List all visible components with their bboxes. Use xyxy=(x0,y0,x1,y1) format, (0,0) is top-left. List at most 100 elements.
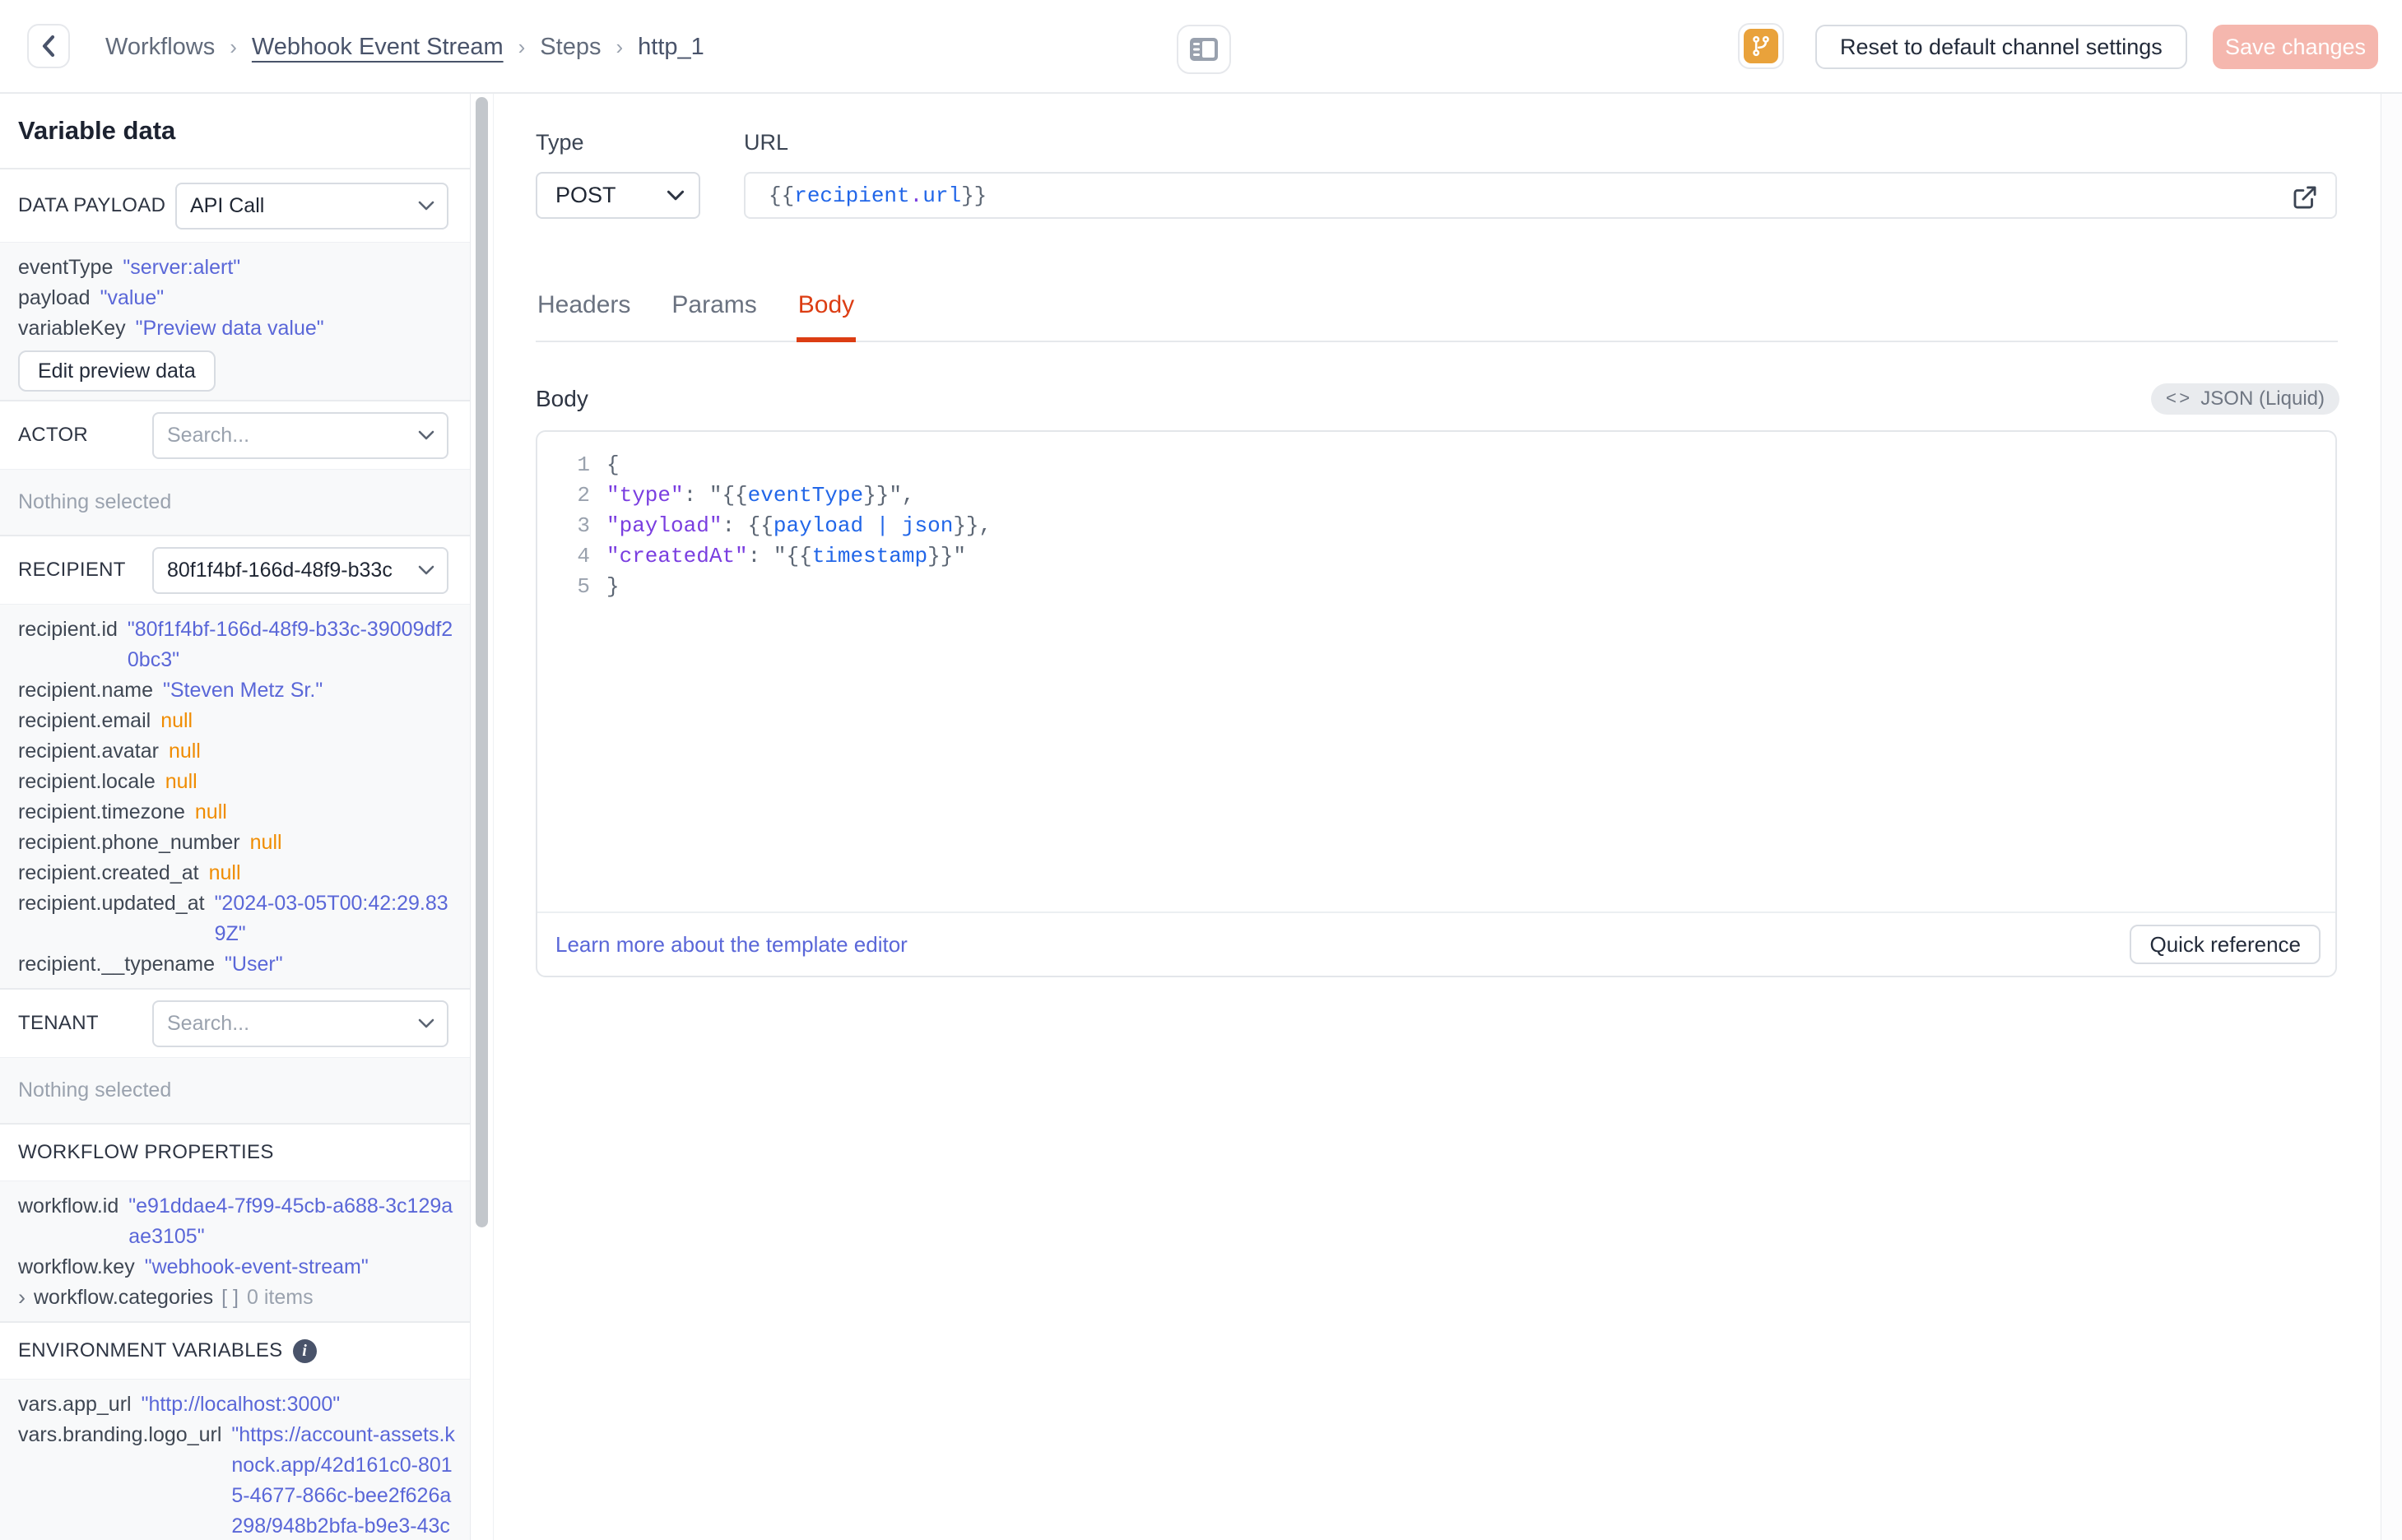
variable-key: recipient.locale xyxy=(18,770,156,793)
tab-body[interactable]: Body xyxy=(796,291,857,342)
variable-key: recipient.phone_number xyxy=(18,831,240,854)
recipient-row: RECIPIENT 80f1f4bf-166d-48f9-b33c xyxy=(0,535,470,604)
url-label: URL xyxy=(744,130,789,155)
http-method-value: POST xyxy=(555,183,616,207)
actor-search-placeholder: Search... xyxy=(167,423,250,447)
commit-button[interactable] xyxy=(1738,23,1784,69)
quick-reference-button[interactable]: Quick reference xyxy=(2130,925,2321,964)
sidebar-layout-icon xyxy=(1190,38,1218,61)
data-payload-row: DATA PAYLOAD API Call xyxy=(0,168,470,242)
recipient-select[interactable]: 80f1f4bf-166d-48f9-b33c xyxy=(152,546,448,594)
panel-toggle-button[interactable] xyxy=(1177,25,1231,74)
language-badge-label: JSON (Liquid) xyxy=(2200,387,2325,410)
data-payload-select[interactable]: API Call xyxy=(175,182,448,230)
variable-key: recipient.avatar xyxy=(18,740,159,763)
variable-value: null xyxy=(208,861,241,884)
variable-row-recipient.email: recipient.email null xyxy=(18,706,457,736)
step-editor-panel: Type POST URL {{recipient.url}} Headers P… xyxy=(494,94,2402,1540)
variable-value: null xyxy=(194,800,227,823)
chevron-down-icon xyxy=(667,190,685,201)
variable-key: recipient.timezone xyxy=(18,800,185,823)
variable-row-recipient.locale: recipient.locale null xyxy=(18,767,457,797)
tenant-label: TENANT xyxy=(18,1012,99,1034)
body-section-label: Body xyxy=(536,386,588,411)
code-line: 3 "payload": {{payload | json}}, xyxy=(537,511,2335,541)
url-input[interactable]: {{recipient.url}} xyxy=(744,172,2337,219)
variable-value: "Preview data value" xyxy=(135,317,324,340)
variable-row-eventType: eventType "server:alert" xyxy=(18,253,457,283)
actor-select[interactable]: Search... xyxy=(152,411,448,459)
external-link-icon[interactable] xyxy=(2291,183,2319,211)
tab-params[interactable]: Params xyxy=(670,291,758,341)
chevron-down-icon xyxy=(418,1018,434,1028)
variable-value: "User" xyxy=(225,953,283,976)
variable-row-recipient.phone_number: recipient.phone_number null xyxy=(18,828,457,858)
reset-channel-settings-button[interactable]: Reset to default channel settings xyxy=(1815,25,2187,69)
code-line: 2 "type": "{{eventType}}", xyxy=(537,480,2335,511)
code-line: 1{ xyxy=(537,450,2335,480)
variable-value: "server:alert" xyxy=(123,256,241,279)
actor-empty-state: Nothing selected xyxy=(0,469,470,535)
actor-label: ACTOR xyxy=(18,424,89,446)
variable-value: "http://localhost:3000" xyxy=(141,1393,341,1416)
info-icon[interactable]: i xyxy=(292,1338,317,1363)
variable-row-recipient.name: recipient.name "Steven Metz Sr." xyxy=(18,675,457,706)
back-button[interactable] xyxy=(27,24,70,68)
workflow-properties-header: WORKFLOW PROPERTIES xyxy=(0,1123,470,1181)
workflow-rows: workflow.id "e91ddae4-7f99-45cb-a688-3c12… xyxy=(18,1191,457,1283)
variable-key: variableKey xyxy=(18,317,126,340)
variable-value: "https://account-assets.knock.app/42d161… xyxy=(231,1423,455,1538)
data-payload-value: API Call xyxy=(190,193,265,217)
main-scrollbar-track xyxy=(2381,94,2402,1540)
variable-value: null xyxy=(165,770,197,793)
edit-preview-data-button[interactable]: Edit preview data xyxy=(18,350,216,392)
variable-key: vars.app_url xyxy=(18,1393,132,1416)
template-editor: 1{2 "type": "{{eventType}}", 3 "payload": {… xyxy=(536,430,2337,977)
variable-row-workflow.id: workflow.id "e91ddae4-7f99-45cb-a688-3c12… xyxy=(18,1191,457,1252)
breadcrumb-item-webhook-event-stream[interactable]: Webhook Event Stream xyxy=(252,34,504,61)
variable-key: recipient.email xyxy=(18,709,151,732)
breadcrumb: Workflows › Webhook Event Stream › Steps › htt… xyxy=(105,0,704,94)
code-line: 5} xyxy=(537,572,2335,602)
breadcrumb-separator-icon: › xyxy=(230,34,237,59)
workflow-properties-section: workflow.id "e91ddae4-7f99-45cb-a688-3c12… xyxy=(0,1181,470,1321)
url-value: {{recipient.url}} xyxy=(769,183,987,208)
chevron-down-icon xyxy=(418,430,434,440)
editor-footer: Learn more about the template editor Qui… xyxy=(537,911,2335,976)
tab-headers[interactable]: Headers xyxy=(536,291,632,341)
variable-row-recipient.updated_at: recipient.updated_at "2024-03-05T00:42:29… xyxy=(18,888,457,949)
line-number: 1 xyxy=(577,452,590,477)
save-changes-button[interactable]: Save changes xyxy=(2213,25,2378,69)
chevron-down-icon xyxy=(418,565,434,575)
variable-key: eventType xyxy=(18,256,114,279)
tenant-select[interactable]: Search... xyxy=(152,1000,448,1047)
learn-more-link[interactable]: Learn more about the template editor xyxy=(555,932,908,958)
env-rows: vars.app_url "http://localhost:3000" vars.… xyxy=(18,1389,457,1540)
variable-value: "80f1f4bf-166d-48f9-b33c-39009df20bc3" xyxy=(127,618,453,671)
tenant-search-placeholder: Search... xyxy=(167,1011,250,1035)
recipient-label: RECIPIENT xyxy=(18,559,126,581)
variable-value: "webhook-event-stream" xyxy=(144,1255,369,1278)
expand-chevron-icon[interactable]: › xyxy=(18,1287,26,1309)
breadcrumb-item-steps[interactable]: Steps xyxy=(540,34,601,61)
breadcrumb-item-workflows[interactable]: Workflows xyxy=(105,34,215,61)
payload-variables-section: eventType "server:alert" payload "value" var… xyxy=(0,242,470,400)
environment-variables-section: vars.app_url "http://localhost:3000" vars.… xyxy=(0,1379,470,1540)
http-method-select[interactable]: POST xyxy=(536,172,700,219)
sidebar-scrollbar-thumb[interactable] xyxy=(476,97,488,1227)
variable-row-recipient.avatar: recipient.avatar null xyxy=(18,736,457,767)
variable-key: recipient.__typename xyxy=(18,953,216,976)
variable-row-recipient.id: recipient.id "80f1f4bf-166d-48f9-b33c-390… xyxy=(18,615,457,675)
variable-key: workflow.key xyxy=(18,1255,135,1278)
type-label: Type xyxy=(536,130,584,155)
variable-value: null xyxy=(160,709,193,732)
variable-row-recipient.__typename: recipient.__typename "User" xyxy=(18,949,457,980)
workflow-categories-row: › workflow.categories [ ] 0 items xyxy=(18,1283,457,1313)
environment-variables-header: ENVIRONMENT VARIABLES i xyxy=(0,1321,470,1379)
git-branch-icon xyxy=(1744,29,1778,63)
chevron-down-icon xyxy=(418,201,434,211)
variable-row-vars.branding.logo_url: vars.branding.logo_url "https://account-a… xyxy=(18,1420,457,1540)
payload-rows: eventType "server:alert" payload "value" var… xyxy=(18,253,457,344)
variable-row-recipient.created_at: recipient.created_at null xyxy=(18,858,457,888)
code-editor[interactable]: 1{2 "type": "{{eventType}}", 3 "payload": {… xyxy=(537,432,2335,911)
